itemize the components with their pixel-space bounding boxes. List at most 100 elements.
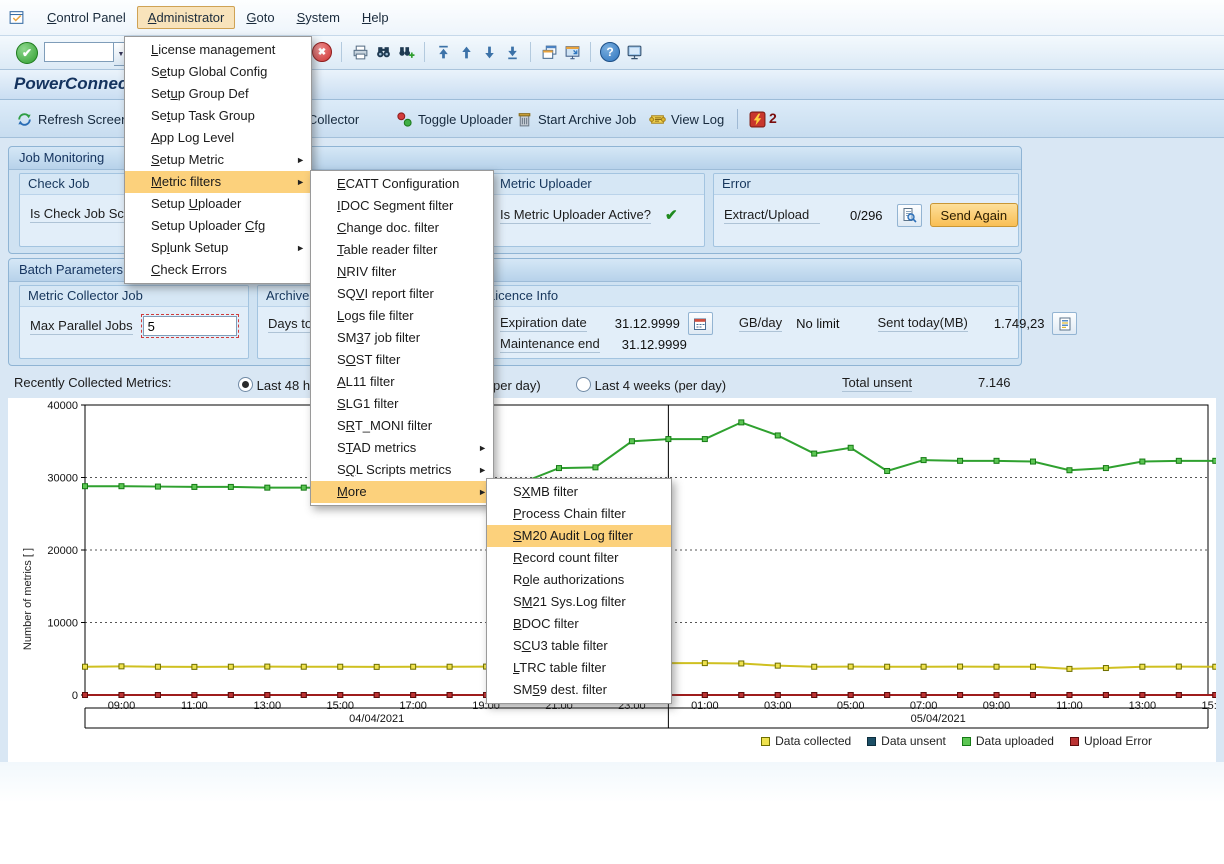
command-input[interactable] — [44, 42, 114, 62]
menu-item-sm37-job-filter[interactable]: SM37 job filter — [311, 327, 493, 349]
total-unsent-value: 7.146 — [978, 375, 1011, 390]
send-again-button[interactable]: Send Again — [930, 203, 1019, 227]
legend-swatch — [1070, 737, 1079, 746]
view-log-button[interactable]: View Log — [645, 108, 727, 130]
toolbar-separator — [341, 42, 342, 62]
help-icon[interactable]: ? — [600, 42, 620, 62]
max-parallel-jobs-input[interactable] — [143, 316, 237, 336]
alert-count[interactable]: 2 — [769, 110, 777, 126]
uploader-active-check-icon: ✔ — [665, 206, 678, 224]
svg-text:15:00: 15:00 — [1202, 700, 1216, 712]
menu-item-sxmb-filter[interactable]: SXMB filter — [487, 481, 671, 503]
menu-item-sm59-dest-filter[interactable]: SM59 dest. filter — [487, 679, 671, 701]
command-field[interactable]: ▼ — [44, 42, 129, 66]
radio-icon[interactable] — [576, 377, 591, 392]
last-page-icon[interactable] — [503, 43, 521, 61]
metric-collector-job-title: Metric Collector Job — [20, 286, 248, 307]
menu-item-stad-metrics[interactable]: STAD metrics► — [311, 437, 493, 459]
menu-item-logs-file-filter[interactable]: Logs file filter — [311, 305, 493, 327]
menu-item-change-doc-filter[interactable]: Change doc. filter — [311, 217, 493, 239]
refresh-screen-button[interactable]: Refresh Screen — [12, 108, 131, 130]
toolbar-separator — [590, 42, 591, 62]
total-unsent-label: Total unsent — [842, 375, 912, 392]
enter-glyph: ✔ — [22, 46, 32, 60]
cancel-icon[interactable]: ✖ — [312, 42, 332, 62]
menu-item-scu3-table-filter[interactable]: SCU3 table filter — [487, 635, 671, 657]
menubar-item-goto[interactable]: Goto — [235, 6, 285, 29]
menu-item-setup-group-def[interactable]: Setup Group Def — [125, 83, 311, 105]
menu-item-ecatt-configuration[interactable]: ECATT Configuration — [311, 173, 493, 195]
first-page-icon[interactable] — [434, 43, 452, 61]
menu-item-al11-filter[interactable]: AL11 filter — [311, 371, 493, 393]
menu-item-role-authorizations[interactable]: Role authorizations — [487, 569, 671, 591]
max-parallel-jobs-label: Max Parallel Jobs — [30, 318, 133, 335]
menu-item-setup-metric[interactable]: Setup Metric► — [125, 149, 311, 171]
new-session-icon[interactable] — [540, 43, 558, 61]
menu-item-bdoc-filter[interactable]: BDOC filter — [487, 613, 671, 635]
menubar-item-help[interactable]: Help — [351, 6, 400, 29]
menu-item-sql-scripts-metrics[interactable]: SQL Scripts metrics► — [311, 459, 493, 481]
radio-last-4-weeks[interactable]: Last 4 weeks (per day) — [576, 375, 726, 393]
menu-item-slg1-filter[interactable]: SLG1 filter — [311, 393, 493, 415]
menubar-item-administrator[interactable]: Administrator — [137, 6, 236, 29]
menu-item-setup-uploader-cfg[interactable]: Setup Uploader Cfg — [125, 215, 311, 237]
menu-item-idoc-segment-filter[interactable]: IDOC Segment filter — [311, 195, 493, 217]
menu-item-process-chain-filter[interactable]: Process Chain filter — [487, 503, 671, 525]
calendar-icon[interactable] — [688, 312, 713, 335]
menu-item-ltrc-table-filter[interactable]: LTRC table filter — [487, 657, 671, 679]
svg-text:04/04/2021: 04/04/2021 — [349, 713, 404, 725]
toolbar-icons: ✖ — [312, 42, 643, 62]
menu-item-srt-moni-filter[interactable]: SRT_MONI filter — [311, 415, 493, 437]
radio-icon[interactable] — [238, 377, 253, 392]
menu-item-check-errors[interactable]: Check Errors — [125, 259, 311, 281]
metrics-caption: Recently Collected Metrics: — [14, 375, 172, 390]
menu-item-sm20-audit-log-filter[interactable]: SM20 Audit Log filter — [487, 525, 671, 547]
menubar-item-system[interactable]: System — [286, 6, 351, 29]
menu-item-nriv-filter[interactable]: NRIV filter — [311, 261, 493, 283]
next-page-icon[interactable] — [480, 43, 498, 61]
expiration-date-value: 31.12.9999 — [615, 316, 680, 331]
legend-label: Data uploaded — [976, 734, 1054, 748]
svg-text:17:00: 17:00 — [399, 700, 427, 712]
svg-text:01:00: 01:00 — [691, 700, 719, 712]
submenu-arrow-icon: ► — [296, 237, 305, 259]
prev-page-icon[interactable] — [457, 43, 475, 61]
menu-item-setup-uploader[interactable]: Setup Uploader — [125, 193, 311, 215]
find-icon[interactable] — [374, 43, 392, 61]
view-log-label: View Log — [671, 112, 724, 127]
menu-item-metric-filters[interactable]: Metric filters► — [125, 171, 311, 193]
menubar-item-control-panel[interactable]: Control Panel — [36, 6, 137, 29]
svg-text:0: 0 — [72, 690, 78, 702]
enter-icon[interactable]: ✔ — [16, 42, 38, 64]
menu-item-sm21-sys-log-filter[interactable]: SM21 Sys.Log filter — [487, 591, 671, 613]
customize-local-layout-icon[interactable] — [625, 43, 643, 61]
svg-text:15:00: 15:00 — [326, 700, 354, 712]
error-detail-icon[interactable] — [897, 204, 922, 227]
menu-item-more[interactable]: More► — [311, 481, 493, 503]
create-shortcut-icon[interactable] — [563, 43, 581, 61]
legend-swatch — [867, 737, 876, 746]
menu-item-license-management[interactable]: License management — [125, 39, 311, 61]
menu-item-setup-global-config[interactable]: Setup Global Config — [125, 61, 311, 83]
menu-item-setup-task-group[interactable]: Setup Task Group — [125, 105, 311, 127]
start-archive-job-button[interactable]: Start Archive Job — [512, 108, 639, 130]
menu-item-record-count-filter[interactable]: Record count filter — [487, 547, 671, 569]
maintenance-end-value: 31.12.9999 — [622, 337, 687, 352]
menu-item-table-reader-filter[interactable]: Table reader filter — [311, 239, 493, 261]
menu-item-sost-filter[interactable]: SOST filter — [311, 349, 493, 371]
legend-swatch — [761, 737, 770, 746]
sent-log-icon[interactable] — [1052, 312, 1077, 335]
bottom-area — [0, 762, 1224, 864]
menu-item-sqvi-report-filter[interactable]: SQVI report filter — [311, 283, 493, 305]
licence-info-box: Licence Info Expiration date 31.12.9999 … — [469, 285, 1019, 359]
submenu-arrow-icon: ► — [478, 437, 487, 459]
print-icon[interactable] — [351, 43, 369, 61]
find-next-icon[interactable] — [397, 43, 415, 61]
administrator-menu: License managementSetup Global ConfigSet… — [124, 36, 312, 284]
alert-bolt-icon[interactable] — [748, 110, 766, 128]
menu-item-splunk-setup[interactable]: Splunk Setup► — [125, 237, 311, 259]
toggle-uploader-button[interactable]: Toggle Uploader — [392, 108, 516, 130]
menu-item-app-log-level[interactable]: App Log Level — [125, 127, 311, 149]
system-menu-icon[interactable] — [8, 9, 26, 27]
refresh-screen-label: Refresh Screen — [38, 112, 128, 127]
